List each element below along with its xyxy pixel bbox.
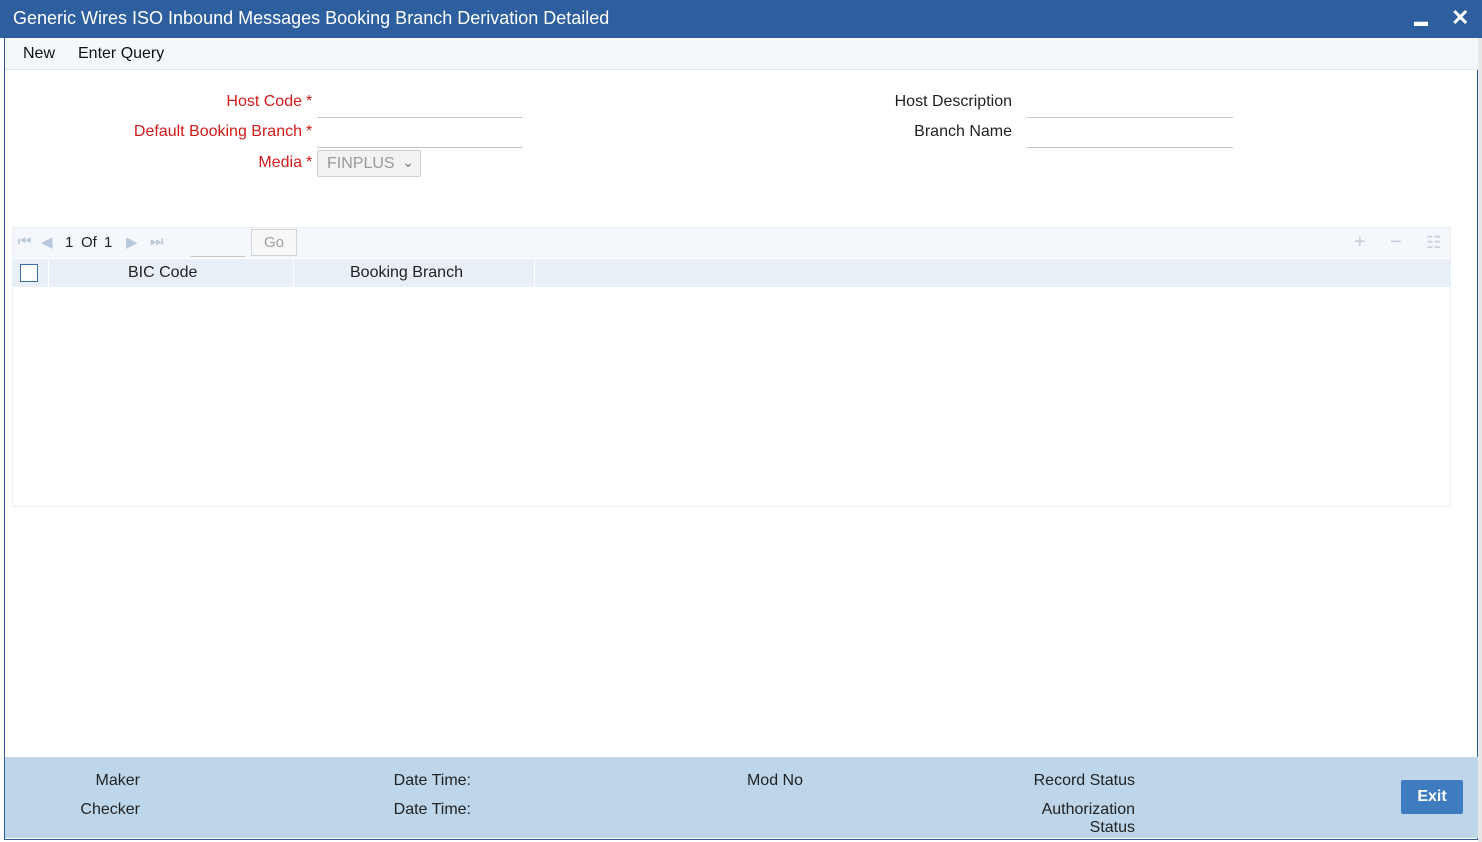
menu-bar: New Enter Query: [5, 38, 1478, 70]
list-view-icon[interactable]: ☷: [1426, 233, 1441, 253]
pager-current-page: 1: [65, 234, 74, 251]
pager-of-label: Of: [81, 234, 97, 251]
column-header-booking-branch[interactable]: Booking Branch: [350, 264, 463, 282]
column-divider: [534, 259, 535, 287]
media-required-mark: *: [306, 154, 313, 171]
authorization-status-label-line2: Status: [1089, 819, 1135, 836]
delete-row-icon[interactable]: −: [1390, 231, 1402, 254]
host-code-required-mark: *: [306, 93, 313, 110]
pager-total-pages: 1: [104, 234, 113, 251]
authorization-status-label-line1: Authorization: [1041, 801, 1135, 818]
media-label: Media: [258, 154, 302, 171]
go-button[interactable]: Go: [251, 229, 297, 256]
host-description-label: Host Description: [894, 93, 1012, 110]
default-booking-branch-label: Default Booking Branch: [133, 123, 302, 140]
maker-date-time-label: Date Time:: [393, 772, 471, 789]
mod-no-label: Mod No: [746, 772, 803, 789]
column-divider: [48, 259, 49, 287]
menu-new[interactable]: New: [23, 45, 55, 63]
checker-date-time-label: Date Time:: [393, 801, 471, 818]
audit-footer: Maker Checker Date Time: Date Time: Mod …: [5, 757, 1478, 838]
media-select[interactable]: FINPLUS ⌄: [317, 150, 421, 177]
select-all-checkbox[interactable]: [20, 264, 38, 282]
previous-page-icon[interactable]: ◀: [41, 233, 53, 251]
window-scrollbar[interactable]: [1478, 38, 1482, 842]
branch-name-label: Branch Name: [914, 123, 1012, 140]
branch-name-field[interactable]: [1027, 121, 1233, 148]
title-bar: Generic Wires ISO Inbound Messages Booki…: [0, 0, 1482, 38]
minimize-icon[interactable]: ▬: [1414, 9, 1428, 33]
host-code-input[interactable]: [317, 91, 523, 118]
next-page-icon[interactable]: ▶: [126, 233, 138, 251]
window-title: Generic Wires ISO Inbound Messages Booki…: [13, 8, 610, 28]
grid-header: BIC Code Booking Branch: [13, 259, 1450, 287]
maker-label: Maker: [95, 772, 140, 789]
default-booking-branch-input[interactable]: [317, 121, 523, 148]
column-divider: [293, 259, 294, 287]
grid-pager: ⏮ ◀ 1 Of 1 ▶ ⏭ Go + − ☷: [13, 228, 1450, 258]
column-header-bic-code[interactable]: BIC Code: [128, 264, 197, 282]
host-description-field[interactable]: [1027, 91, 1233, 118]
page-number-input[interactable]: [191, 230, 245, 257]
chevron-down-icon: ⌄: [402, 154, 414, 170]
last-page-icon[interactable]: ⏭: [150, 233, 164, 250]
add-row-icon[interactable]: +: [1354, 231, 1366, 254]
default-booking-branch-required-mark: *: [306, 123, 313, 140]
booking-branch-grid: ⏮ ◀ 1 Of 1 ▶ ⏭ Go + − ☷ BIC Code Booking…: [12, 227, 1451, 507]
close-icon[interactable]: ✕: [1451, 6, 1469, 30]
first-page-icon[interactable]: ⏮: [18, 233, 32, 250]
record-status-label: Record Status: [1033, 772, 1135, 789]
menu-enter-query[interactable]: Enter Query: [78, 45, 164, 63]
media-select-value: FINPLUS: [327, 155, 395, 172]
exit-button[interactable]: Exit: [1401, 780, 1463, 814]
checker-label: Checker: [80, 801, 140, 818]
host-code-label: Host Code: [226, 93, 302, 110]
